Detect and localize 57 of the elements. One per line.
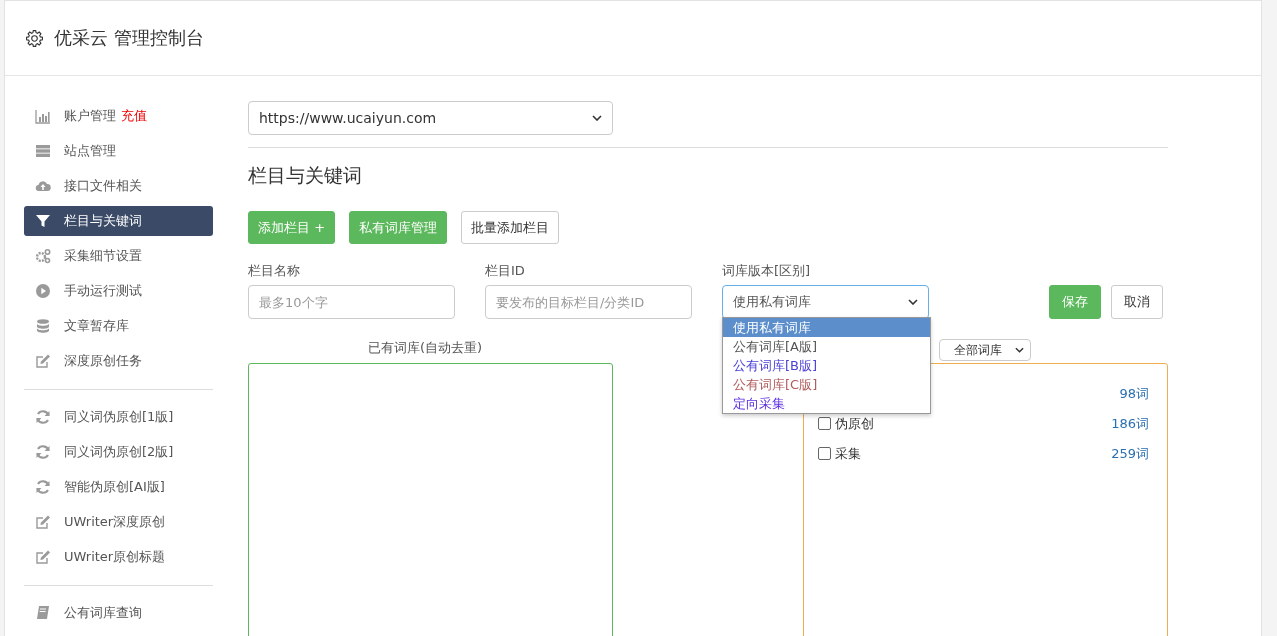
library-name: 采集 xyxy=(834,444,861,463)
refresh-icon xyxy=(35,409,51,425)
version-select[interactable]: 使用私有词库 xyxy=(722,285,929,319)
dropdown-option[interactable]: 公有词库[A版] xyxy=(723,337,930,356)
field-label: 栏目名称 xyxy=(248,262,301,280)
filter-icon xyxy=(35,213,51,229)
refresh-icon xyxy=(35,479,51,495)
id-input[interactable]: 要发布的目标栏目/分类ID xyxy=(485,285,692,319)
sidebar-item[interactable]: 文章暂存库 xyxy=(24,311,213,341)
sidebar-item[interactable]: 同义词伪原创[1版] xyxy=(24,402,213,432)
sidebar-item[interactable]: 深度原创任务 xyxy=(24,346,213,376)
cloud-upload-icon xyxy=(35,178,51,194)
sidebar-item[interactable]: UWriter原创标题 xyxy=(24,542,213,572)
play-icon xyxy=(35,283,51,299)
gears-icon xyxy=(35,248,51,264)
dropdown-option[interactable]: 定向采集 xyxy=(723,394,930,413)
field-label: 词库版本[区别] xyxy=(722,262,812,280)
refresh-icon xyxy=(35,444,51,460)
word-count: 186词 xyxy=(1111,414,1149,433)
library-checkbox[interactable] xyxy=(817,447,831,460)
sidebar-item[interactable]: 站点管理 xyxy=(24,136,213,166)
sidebar-item[interactable]: 同义词伪原创[2版] xyxy=(24,437,213,467)
sidebar-item[interactable]: 账户管理 充值 xyxy=(24,101,213,131)
page-title: 优采云 管理控制台 xyxy=(54,26,204,50)
recharge-link[interactable]: 充值 xyxy=(121,107,147,125)
bar-chart-icon xyxy=(35,108,51,124)
book-icon xyxy=(35,605,51,621)
edit-icon xyxy=(35,549,51,565)
dropdown-option[interactable]: 公有词库[C版] xyxy=(723,375,930,394)
action-button[interactable]: 批量添加栏目 xyxy=(461,211,560,244)
cancel-button[interactable]: 取消 xyxy=(1111,285,1163,319)
sidebar-item[interactable]: 手动运行测试 xyxy=(24,276,213,306)
sidebar-item[interactable]: 采集细节设置 xyxy=(24,241,213,271)
name-input[interactable]: 最多10个字 xyxy=(248,285,455,319)
library-checkbox[interactable] xyxy=(817,417,831,430)
word-count: 259词 xyxy=(1111,444,1149,463)
chevron-down-icon xyxy=(592,115,602,121)
sidebar-item[interactable]: 栏目与关键词 xyxy=(24,206,213,236)
database-icon xyxy=(35,318,51,334)
section-title: 栏目与关键词 xyxy=(248,163,363,188)
list-label: 已有词库(自动去重) xyxy=(368,339,484,357)
sidebar-item[interactable]: 接口文件相关 xyxy=(24,171,213,201)
chevron-down-icon xyxy=(908,299,918,305)
library-filter-select[interactable]: 全部词库 xyxy=(938,339,1031,361)
sidebar-item[interactable]: 智能伪原创[AI版] xyxy=(24,472,213,502)
server-icon xyxy=(35,143,51,159)
edit-icon xyxy=(35,514,51,530)
edit-icon xyxy=(35,353,51,369)
site-select[interactable]: https://www.ucaiyun.com xyxy=(248,101,613,135)
gear-icon xyxy=(25,28,44,48)
word-count: 98词 xyxy=(1119,384,1149,403)
library-name: 伪原创 xyxy=(834,414,874,433)
sidebar-item[interactable]: 公有词库查询 xyxy=(24,598,213,628)
field-label: 栏目ID xyxy=(485,262,526,280)
dropdown-option[interactable]: 公有词库[B版] xyxy=(723,356,930,375)
chevron-down-icon xyxy=(1014,347,1024,353)
sidebar-item[interactable]: UWriter深度原创 xyxy=(24,507,213,537)
